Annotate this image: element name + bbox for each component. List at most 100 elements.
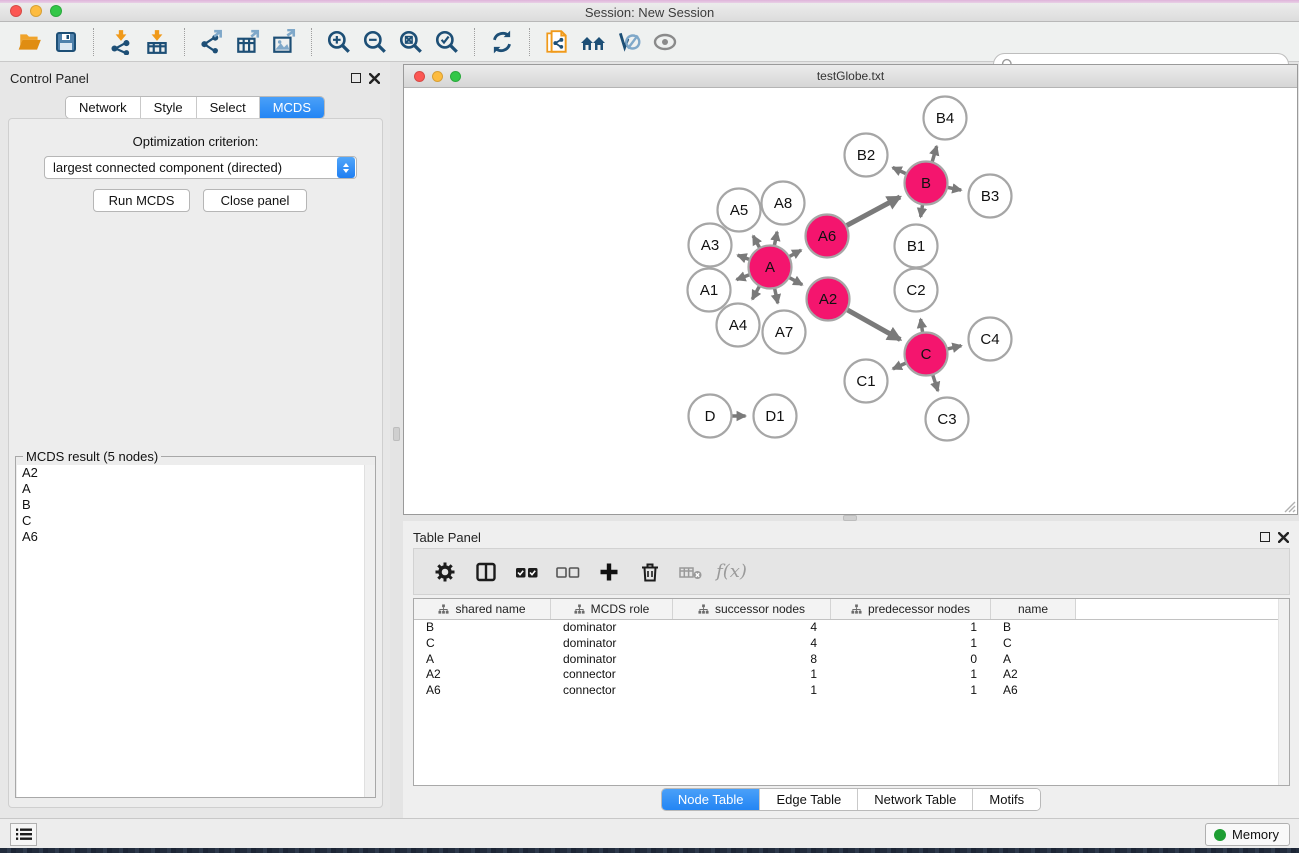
tab-motifs[interactable]: Motifs [973, 789, 1040, 810]
memory-button[interactable]: Memory [1205, 823, 1290, 846]
resize-grip-icon[interactable] [1284, 501, 1296, 513]
node-B4[interactable]: B4 [924, 97, 967, 140]
cell-mcds-role[interactable]: connector [551, 683, 673, 699]
edge-A2-C[interactable] [844, 308, 900, 340]
close-network-view-button[interactable] [414, 71, 425, 82]
refresh-layout-button[interactable] [484, 25, 520, 59]
network-from-file-button[interactable] [539, 25, 575, 59]
cell-predecessor-nodes[interactable]: 0 [831, 652, 991, 668]
node-C1[interactable]: C1 [845, 360, 888, 403]
node-B3[interactable]: B3 [969, 175, 1012, 218]
cell-shared-name[interactable]: A6 [414, 683, 551, 699]
node-B1[interactable]: B1 [895, 225, 938, 268]
delete-rows-button[interactable] [631, 554, 668, 590]
node-C[interactable]: C [905, 333, 948, 376]
criterion-dropdown[interactable]: largest connected component (directed) [44, 156, 357, 179]
node-A1[interactable]: A1 [688, 269, 731, 312]
minimize-network-view-button[interactable] [432, 71, 443, 82]
zoom-window-button[interactable] [50, 5, 62, 17]
node-C4[interactable]: C4 [969, 318, 1012, 361]
edge-A6-B[interactable] [843, 197, 900, 227]
result-item-a6[interactable]: A6 [17, 529, 375, 545]
table-settings-button[interactable] [426, 554, 463, 590]
node-A2[interactable]: A2 [807, 278, 850, 321]
cell-predecessor-nodes[interactable]: 1 [831, 636, 991, 652]
show-columns-button[interactable] [467, 554, 504, 590]
mcds-result-list[interactable]: A2ABCA6 [17, 465, 375, 797]
cell-shared-name[interactable]: B [414, 620, 551, 636]
close-window-button[interactable] [10, 5, 22, 17]
node-A8[interactable]: A8 [762, 182, 805, 225]
zoom-fit-button[interactable] [393, 25, 429, 59]
run-mcds-button[interactable]: Run MCDS [93, 189, 190, 212]
import-table-button[interactable] [139, 25, 175, 59]
table-row-b[interactable]: Bdominator41B [414, 620, 1289, 636]
node-A3[interactable]: A3 [689, 224, 732, 267]
network-canvas[interactable]: B4B2BB3B1A5A8A6A3AA1C2A2A4A7C4CC1C3DD1 [404, 88, 1297, 514]
column-header-successor-nodes[interactable]: successor nodes [673, 599, 831, 619]
node-A7[interactable]: A7 [763, 311, 806, 354]
cell-shared-name[interactable]: A2 [414, 667, 551, 683]
result-item-a[interactable]: A [17, 481, 375, 497]
select-all-columns-button[interactable] [508, 554, 545, 590]
cell-mcds-role[interactable]: dominator [551, 636, 673, 652]
table-row-a[interactable]: Adominator80A [414, 652, 1289, 668]
task-history-button[interactable] [10, 823, 37, 846]
float-panel-icon[interactable] [351, 73, 361, 83]
node-A6[interactable]: A6 [806, 215, 849, 258]
close-panel-icon[interactable] [369, 73, 380, 84]
save-session-button[interactable] [48, 25, 84, 59]
table-row-a6[interactable]: A6connector11A6 [414, 683, 1289, 699]
hide-graphics-details-button[interactable] [611, 25, 647, 59]
tab-style[interactable]: Style [141, 97, 197, 118]
cell-predecessor-nodes[interactable]: 1 [831, 683, 991, 699]
column-header-shared-name[interactable]: shared name [414, 599, 551, 619]
result-scrollbar[interactable] [364, 465, 375, 797]
node-A[interactable]: A [749, 246, 792, 289]
function-builder-button[interactable]: f(x) [713, 554, 750, 590]
cell-mcds-role[interactable]: dominator [551, 620, 673, 636]
tab-select[interactable]: Select [197, 97, 260, 118]
import-network-button[interactable] [103, 25, 139, 59]
minimize-window-button[interactable] [30, 5, 42, 17]
zoom-out-button[interactable] [357, 25, 393, 59]
unselect-all-columns-button[interactable] [549, 554, 586, 590]
open-file-button[interactable] [12, 25, 48, 59]
export-network-button[interactable] [194, 25, 230, 59]
cell-predecessor-nodes[interactable]: 1 [831, 667, 991, 683]
node-B[interactable]: B [905, 162, 948, 205]
add-row-button[interactable] [590, 554, 627, 590]
home-button[interactable] [575, 25, 611, 59]
node-B2[interactable]: B2 [845, 134, 888, 177]
result-item-b[interactable]: B [17, 497, 375, 513]
cell-successor-nodes[interactable]: 4 [673, 636, 831, 652]
cell-successor-nodes[interactable]: 8 [673, 652, 831, 668]
zoom-in-button[interactable] [321, 25, 357, 59]
network-graph[interactable]: B4B2BB3B1A5A8A6A3AA1C2A2A4A7C4CC1C3DD1 [404, 88, 1297, 514]
node-A4[interactable]: A4 [717, 304, 760, 347]
node-C2[interactable]: C2 [895, 269, 938, 312]
export-table-button[interactable] [230, 25, 266, 59]
cell-successor-nodes[interactable]: 1 [673, 667, 831, 683]
cell-name[interactable]: A2 [991, 667, 1076, 683]
cell-mcds-role[interactable]: connector [551, 667, 673, 683]
result-item-c[interactable]: C [17, 513, 375, 529]
cell-shared-name[interactable]: C [414, 636, 551, 652]
tab-network-table[interactable]: Network Table [858, 789, 973, 810]
column-header-mcds-role[interactable]: MCDS role [551, 599, 673, 619]
table-row-c[interactable]: Cdominator41C [414, 636, 1289, 652]
tab-node-table[interactable]: Node Table [662, 789, 761, 810]
table-scrollbar[interactable] [1278, 599, 1289, 785]
cell-name[interactable]: A6 [991, 683, 1076, 699]
node-A5[interactable]: A5 [718, 189, 761, 232]
cell-name[interactable]: C [991, 636, 1076, 652]
node-C3[interactable]: C3 [926, 398, 969, 441]
cell-mcds-role[interactable]: dominator [551, 652, 673, 668]
vertical-splitter-grip[interactable] [393, 427, 400, 441]
close-table-panel-icon[interactable] [1278, 532, 1289, 543]
zoom-selected-button[interactable] [429, 25, 465, 59]
float-table-panel-icon[interactable] [1260, 532, 1270, 542]
column-header-name[interactable]: name [991, 599, 1076, 619]
zoom-network-view-button[interactable] [450, 71, 461, 82]
tab-edge-table[interactable]: Edge Table [760, 789, 858, 810]
